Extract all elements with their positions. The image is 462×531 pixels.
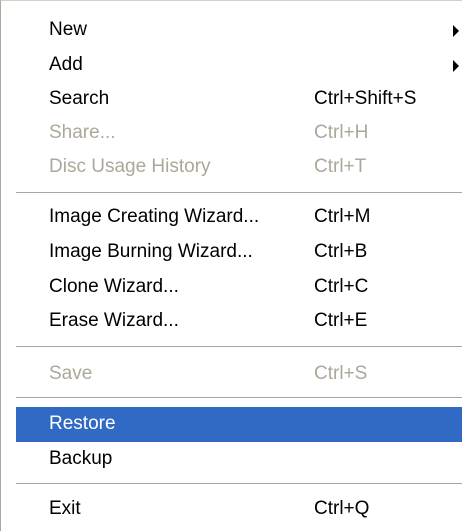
menu-item-new-label: New (49, 19, 88, 40)
menu-separator (16, 192, 462, 193)
menu-item-exit-label: Exit (49, 498, 81, 519)
context-menu: New Add Search Ctrl+Shift+S Share... Ctr… (0, 0, 462, 531)
menu-item-disc-usage-history-label: Disc Usage History (49, 156, 211, 177)
menu-item-clone-wizard-shortcut: Ctrl+C (314, 276, 369, 297)
menu-item-image-burning-wizard-shortcut: Ctrl+B (314, 241, 368, 262)
menu-item-add[interactable]: Add (16, 48, 462, 83)
menu-item-save: Save Ctrl+S (16, 357, 462, 392)
menu-item-erase-wizard-shortcut: Ctrl+E (314, 310, 368, 331)
submenu-arrow-icon (453, 60, 459, 72)
menu-separator (16, 346, 462, 347)
menu-item-search-shortcut: Ctrl+Shift+S (314, 88, 417, 109)
menu-separator (16, 483, 462, 484)
menu-item-backup[interactable]: Backup (16, 442, 462, 477)
menu-separator (16, 397, 462, 398)
menu-item-share: Share... Ctrl+H (16, 116, 462, 151)
menu-item-disc-usage-history-shortcut: Ctrl+T (314, 156, 367, 177)
submenu-arrow-icon (453, 25, 459, 37)
menu-item-share-label: Share... (49, 122, 116, 143)
menu-item-clone-wizard-label: Clone Wizard... (49, 276, 179, 297)
menu-item-disc-usage-history: Disc Usage History Ctrl+T (16, 150, 462, 185)
menu-item-exit-shortcut: Ctrl+Q (314, 498, 370, 519)
menu-item-restore-label: Restore (49, 413, 116, 434)
menu-item-backup-label: Backup (49, 448, 113, 469)
menu-item-save-shortcut: Ctrl+S (314, 363, 368, 384)
menu-item-image-creating-wizard-shortcut: Ctrl+M (314, 206, 371, 227)
menu-item-clone-wizard[interactable]: Clone Wizard... Ctrl+C (16, 270, 462, 305)
menu-item-restore[interactable]: Restore (16, 407, 462, 442)
menu-item-search-label: Search (49, 88, 110, 109)
menu-item-erase-wizard-label: Erase Wizard... (49, 310, 179, 331)
menu-item-image-creating-wizard-label: Image Creating Wizard... (49, 206, 260, 227)
menu-item-image-creating-wizard[interactable]: Image Creating Wizard... Ctrl+M (16, 200, 462, 235)
menu-item-new[interactable]: New (16, 13, 462, 48)
menu-item-image-burning-wizard[interactable]: Image Burning Wizard... Ctrl+B (16, 235, 462, 270)
menu-item-save-label: Save (49, 363, 93, 384)
menu-item-erase-wizard[interactable]: Erase Wizard... Ctrl+E (16, 304, 462, 339)
menu-item-image-burning-wizard-label: Image Burning Wizard... (49, 241, 253, 262)
menu-item-search[interactable]: Search Ctrl+Shift+S (16, 82, 462, 117)
menu-item-share-shortcut: Ctrl+H (314, 122, 369, 143)
menu-item-add-label: Add (49, 54, 83, 75)
menu-item-exit[interactable]: Exit Ctrl+Q (16, 492, 462, 527)
